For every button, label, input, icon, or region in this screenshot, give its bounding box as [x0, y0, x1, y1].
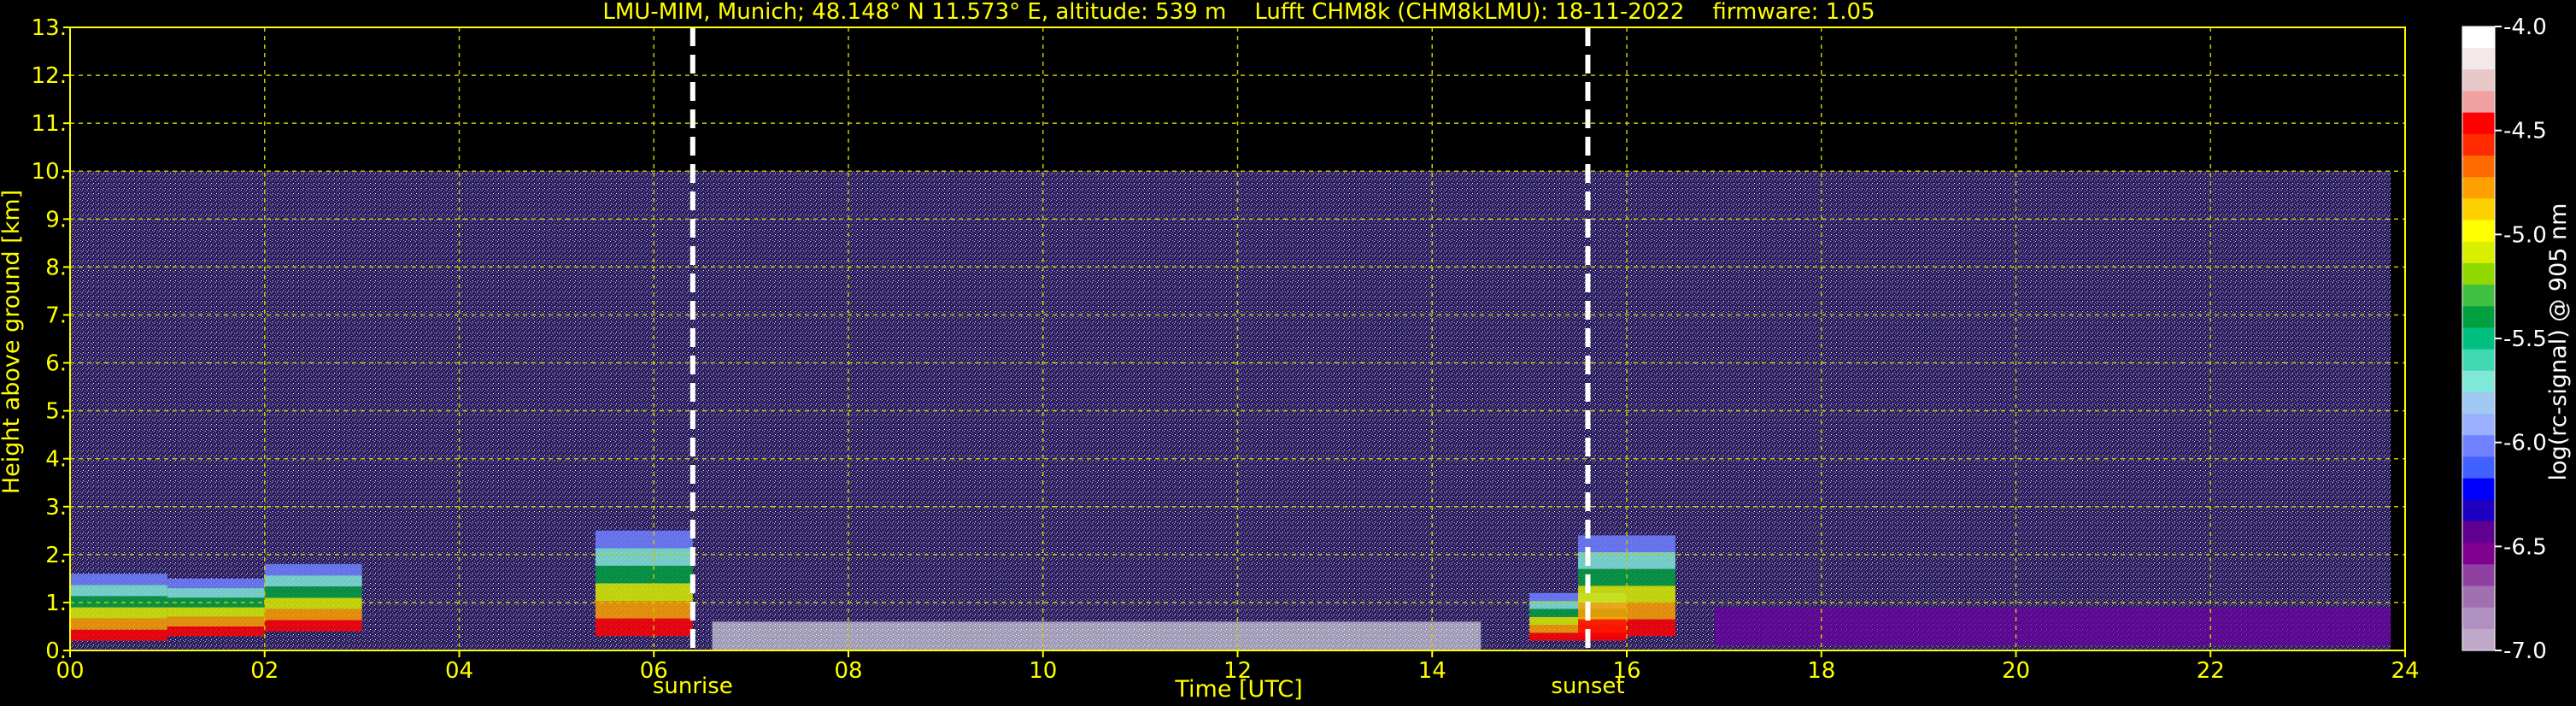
- colorbar-swatch: [2462, 478, 2495, 501]
- colorbar-swatch: [2462, 543, 2495, 565]
- colorbar-swatch: [2462, 349, 2495, 372]
- colorbar-swatch: [2462, 414, 2495, 436]
- x-axis-label: Time [UTC]: [1174, 676, 1302, 703]
- signal-segment: [167, 626, 265, 637]
- y-axis-label: Height above ground [km]: [0, 190, 25, 494]
- colorbar-tick-label: -4.5: [2503, 119, 2547, 144]
- colorbar-swatch: [2462, 499, 2495, 522]
- colorbar-ticks: -4.0 -4.5 -5.0 -5.5 -6.0 -6.5 -7.0: [2495, 15, 2547, 664]
- signal-segment: [595, 565, 693, 584]
- x-tick-label: 24: [2391, 658, 2419, 684]
- noise-region: [70, 171, 2391, 650]
- x-tick-label: 02: [250, 658, 279, 684]
- signal-segment: [70, 629, 167, 641]
- signal-segment: [70, 607, 167, 619]
- chart: sunrise sunset 00 02 04 06 08 10 12 14 16 18 20 22 24…: [0, 0, 2572, 703]
- colorbar-swatch: [2462, 285, 2495, 307]
- y-tick-label: 8.: [45, 255, 67, 280]
- colorbar-tick-label: -4.0: [2503, 15, 2547, 40]
- colorbar-swatch: [2462, 456, 2495, 479]
- colorbar-swatch: [2462, 91, 2495, 114]
- signal-segment: [167, 578, 265, 589]
- x-tick-label: 22: [2197, 658, 2225, 684]
- signal-segment: [264, 609, 362, 621]
- signal-segment: [167, 616, 265, 627]
- colorbar-swatch: [2462, 262, 2495, 285]
- y-tick-label: 10.: [32, 159, 67, 185]
- y-tick-label: 5.: [45, 399, 67, 425]
- y-tick-label: 12.: [32, 63, 67, 89]
- colorbar-tick-label: -5.5: [2503, 327, 2547, 352]
- colorbar-swatch: [2462, 133, 2495, 156]
- x-tick-label: 04: [445, 658, 473, 684]
- colorbar-swatches: [2462, 26, 2495, 651]
- colorbar-swatch: [2462, 198, 2495, 221]
- signal-segment: [167, 588, 265, 598]
- colorbar-swatch: [2462, 48, 2495, 70]
- colorbar-swatch: [2462, 112, 2495, 135]
- signal-segment: [70, 596, 167, 608]
- signal-segment: [264, 586, 362, 598]
- colorbar-swatch: [2462, 607, 2495, 630]
- colorbar-swatch: [2462, 241, 2495, 264]
- colorbar-swatch: [2462, 177, 2495, 199]
- y-tick-label: 7.: [45, 303, 67, 328]
- y-tick-label: 4.: [45, 447, 67, 473]
- signal-segment: [70, 585, 167, 597]
- y-tick-label: 2.: [45, 543, 67, 568]
- signal-segment: [70, 618, 167, 630]
- colorbar-swatch: [2462, 220, 2495, 243]
- signal-segment: [595, 548, 693, 566]
- colorbar-swatch: [2462, 564, 2495, 586]
- signal-segment: [595, 583, 693, 602]
- colorbar-tick-label: -6.5: [2503, 534, 2547, 560]
- y-tick-label: 6.: [45, 351, 67, 377]
- colorbar-tick-label: -6.0: [2503, 431, 2547, 456]
- signal-segment: [264, 564, 362, 576]
- colorbar-swatch: [2462, 391, 2495, 415]
- x-tick-label: 20: [2002, 658, 2030, 684]
- x-tick-label: 16: [1612, 658, 1640, 684]
- signal-segment: [1714, 607, 2391, 646]
- y-axis: 0. 1. 2. 3. 4. 5. 6. 7. 8. 9. 10. 11. 12. 13.: [32, 15, 70, 664]
- x-tick-label: 08: [834, 658, 862, 684]
- signal-segment: [70, 574, 167, 585]
- colorbar-swatch: [2462, 435, 2495, 457]
- signal-segment: [595, 530, 693, 549]
- y-tick-label: 11.: [32, 111, 67, 137]
- plot-area: sunrise sunset: [69, 26, 2406, 699]
- y-tick-label: 3.: [45, 495, 67, 521]
- colorbar-swatch: [2462, 628, 2495, 651]
- signal-segment: [264, 620, 362, 632]
- y-tick-label: 9.: [45, 207, 67, 232]
- colorbar-swatch: [2462, 69, 2495, 92]
- colorbar-swatch: [2462, 327, 2495, 350]
- colorbar-swatch: [2462, 585, 2495, 609]
- x-tick-label: 06: [640, 658, 668, 684]
- signal-segment: [595, 601, 693, 619]
- signal-segment: [264, 575, 362, 587]
- colorbar-swatch: [2462, 26, 2495, 49]
- y-tick-label: 0.: [45, 638, 67, 664]
- colorbar-label: log(rc-signal) @ 905 nm: [2545, 203, 2572, 481]
- x-tick-label: 18: [1807, 658, 1835, 684]
- colorbar-tick-label: -7.0: [2503, 638, 2547, 664]
- signal-segment: [595, 618, 693, 637]
- colorbar-swatch: [2462, 521, 2495, 544]
- colorbar-swatch: [2462, 306, 2495, 328]
- chart-title: LMU-MIM, Munich; 48.148° N 11.573° E, al…: [602, 0, 1875, 25]
- colorbar-tick-label: -5.0: [2503, 222, 2547, 248]
- signal-segment: [712, 621, 1482, 650]
- x-tick-label: 14: [1418, 658, 1446, 684]
- colorbar-swatch: [2462, 370, 2495, 393]
- colorbar-swatch: [2462, 156, 2495, 178]
- x-tick-label: 10: [1029, 658, 1057, 684]
- colorbar: -4.0 -4.5 -5.0 -5.5 -6.0 -6.5 -7.0 log(rc-sign…: [2462, 15, 2572, 664]
- y-tick-label: 13.: [32, 15, 67, 41]
- signal-segment: [264, 597, 362, 609]
- y-tick-label: 1.: [45, 591, 67, 616]
- signal-segment: [167, 607, 265, 617]
